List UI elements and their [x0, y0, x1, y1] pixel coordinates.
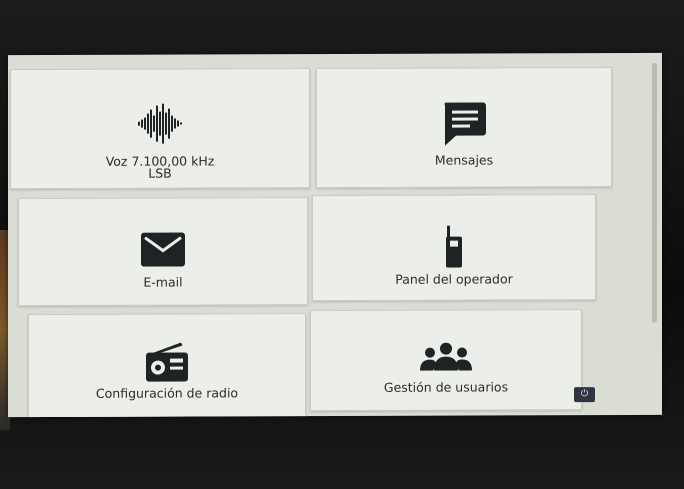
radio-config-tile[interactable]: Configuración de radio	[28, 313, 306, 418]
radio-config-label: Configuración de radio	[95, 385, 239, 401]
power-icon: ⏻	[580, 389, 589, 400]
envelope-icon	[141, 232, 185, 267]
audio-waveform-icon	[138, 103, 182, 144]
voice-mode-label: LSB	[148, 165, 172, 181]
user-management-label: Gestión de usuarios	[383, 379, 509, 395]
radio-icon	[146, 342, 188, 382]
messages-tile[interactable]: Mensajes	[316, 67, 612, 189]
touch-screen: Voz 7.100,00 kHz LSB Mensajes E-mail Pan…	[8, 52, 662, 418]
scrollbar[interactable]	[652, 62, 657, 323]
users-group-icon	[420, 342, 472, 371]
voice-tile[interactable]: Voz 7.100,00 kHz LSB	[10, 68, 310, 190]
email-tile[interactable]: E-mail	[18, 197, 308, 307]
email-label: E-mail	[143, 274, 183, 290]
power-button[interactable]: ⏻	[574, 387, 595, 403]
operator-panel-label: Panel del operador	[395, 271, 513, 287]
message-bubble-icon	[444, 102, 486, 146]
messages-label: Mensajes	[434, 152, 494, 168]
user-management-tile[interactable]: Gestión de usuarios	[310, 309, 582, 412]
handheld-radio-icon	[446, 225, 462, 268]
operator-panel-tile[interactable]: Panel del operador	[312, 194, 596, 302]
